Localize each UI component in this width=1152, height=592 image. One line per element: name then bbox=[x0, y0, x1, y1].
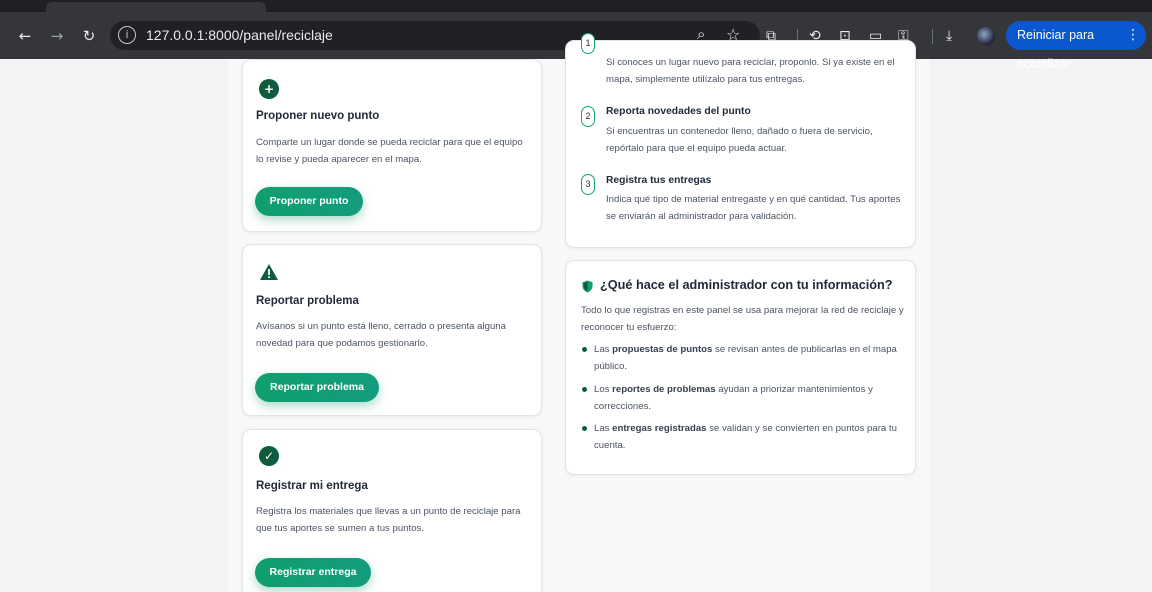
plus-circle-icon: + bbox=[259, 79, 279, 99]
register-delivery-card: ✓ Registrar mi entrega Registra los mate… bbox=[242, 429, 542, 592]
bullet-dot bbox=[582, 347, 587, 352]
bullet-item: Los reportes de problemas ayudan a prior… bbox=[594, 381, 909, 415]
report-problem-button[interactable]: Reportar problema bbox=[255, 373, 379, 402]
toolbar-separator bbox=[932, 29, 933, 44]
restart-to-update-button[interactable]: Reiniciar para actualizar ⋮ bbox=[1006, 21, 1146, 71]
step-description: Si encuentras un contenedor lleno, dañad… bbox=[606, 126, 873, 154]
steps-card: 1 Si conoces un lugar nuevo para recicla… bbox=[565, 33, 916, 248]
shield-icon bbox=[582, 280, 593, 293]
profile-avatar[interactable] bbox=[977, 27, 995, 45]
bullet-text-pre: Las bbox=[594, 423, 613, 434]
bullet-text-bold: entregas registradas bbox=[612, 423, 707, 434]
tab-strip bbox=[0, 0, 1152, 12]
card-description: Comparte un lugar donde se pueda recicla… bbox=[256, 137, 523, 165]
menu-kebab-icon[interactable]: ⋮ bbox=[1126, 21, 1140, 50]
bullet-text-bold: propuestas de puntos bbox=[612, 344, 713, 355]
step-description: Indica qué tipo de material entregaste y… bbox=[606, 194, 901, 222]
card-description: Registra los materiales que llevas a un … bbox=[256, 506, 521, 534]
propose-point-card: + Proponer nuevo punto Comparte un lugar… bbox=[242, 59, 542, 232]
check-circle-icon: ✓ bbox=[259, 446, 279, 466]
bullet-dot bbox=[582, 426, 587, 431]
step-title: Reporta novedades del punto bbox=[606, 106, 751, 117]
register-delivery-button[interactable]: Registrar entrega bbox=[255, 558, 371, 587]
reload-icon[interactable]: ↻ bbox=[78, 25, 100, 47]
back-arrow-icon[interactable]: ← bbox=[14, 25, 36, 47]
bullet-dot bbox=[582, 387, 587, 392]
site-info-icon[interactable]: i bbox=[118, 26, 136, 44]
download-icon[interactable]: ⤓ bbox=[946, 26, 952, 46]
browser-tab[interactable] bbox=[46, 2, 266, 12]
restart-label: Reiniciar para actualizar bbox=[1017, 28, 1095, 71]
bullet-item: Las entregas registradas se validan y se… bbox=[594, 420, 909, 454]
forward-arrow-icon[interactable]: → bbox=[46, 25, 68, 47]
step-number: 3 bbox=[581, 174, 595, 195]
propose-point-button[interactable]: Proponer punto bbox=[255, 187, 363, 216]
url-text[interactable]: 127.0.0.1:8000/panel/reciclaje bbox=[146, 27, 333, 43]
bullet-text-bold: reportes de problemas bbox=[612, 384, 716, 395]
admin-info-card: ¿Qué hace el administrador con tu inform… bbox=[565, 260, 916, 475]
card-title: Reportar problema bbox=[256, 295, 359, 307]
card-title: Proponer nuevo punto bbox=[256, 110, 380, 122]
step-number: 1 bbox=[581, 33, 595, 54]
admin-intro-text: Todo lo que registras en este panel se u… bbox=[581, 305, 904, 333]
step-description: Si conoces un lugar nuevo para reciclar,… bbox=[606, 57, 895, 85]
bullet-text-pre: Las bbox=[594, 344, 613, 355]
card-description: Avísanos si un punto está lleno, cerrado… bbox=[256, 321, 506, 349]
step-number: 2 bbox=[581, 106, 595, 127]
bullet-item: Las propuestas de puntos se revisan ante… bbox=[594, 341, 909, 375]
warning-triangle-icon bbox=[259, 262, 279, 282]
step-title: Registra tus entregas bbox=[606, 175, 712, 186]
bullet-text-pre: Los bbox=[594, 384, 613, 395]
report-problem-card: Reportar problema Avísanos si un punto e… bbox=[242, 244, 542, 416]
card-title: Registrar mi entrega bbox=[256, 480, 368, 492]
admin-card-title: ¿Qué hace el administrador con tu inform… bbox=[600, 278, 893, 292]
